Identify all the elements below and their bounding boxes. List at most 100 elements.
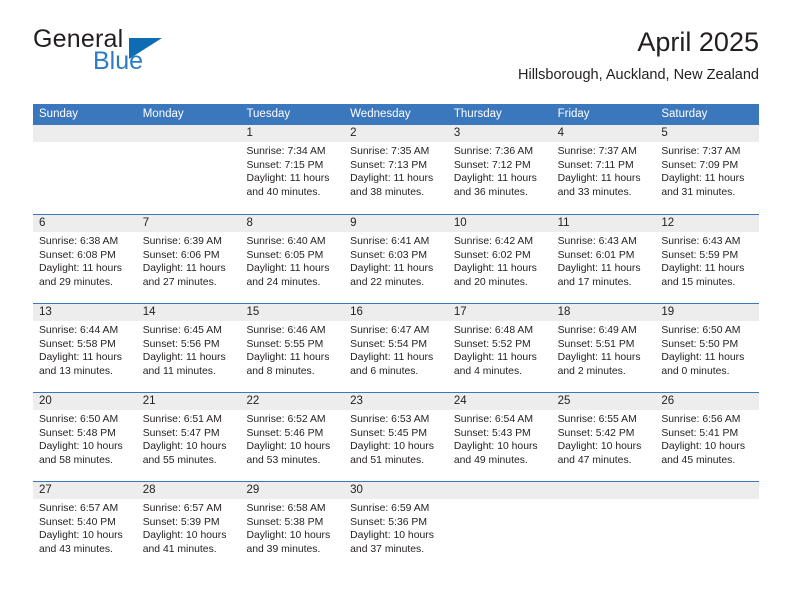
calendar-page: General Blue April 2025 Hillsborough, Au… bbox=[0, 0, 792, 612]
page-header: General Blue April 2025 Hillsborough, Au… bbox=[33, 26, 759, 98]
sunset-text: Sunset: 5:58 PM bbox=[39, 338, 116, 350]
weekday-header-sunday: Sunday bbox=[39, 108, 79, 120]
daylight-text: Daylight: 10 hours and 53 minutes. bbox=[246, 441, 331, 466]
calendar-day-cell[interactable]: 5 Sunrise: 7:37 AM Sunset: 7:09 PM Daylight… bbox=[655, 125, 760, 214]
sunrise-text: Sunrise: 6:50 AM bbox=[661, 325, 741, 336]
calendar-day-cell[interactable]: 4 Sunrise: 7:37 AM Sunset: 7:11 PM Daylight… bbox=[551, 125, 656, 214]
calendar-day-cell[interactable]: 6 Sunrise: 6:38 AM Sunset: 6:08 PM Daylight… bbox=[33, 215, 137, 303]
sunset-text: Sunset: 5:47 PM bbox=[142, 427, 220, 439]
calendar-day-cell-empty bbox=[551, 482, 656, 570]
daylight-text: Daylight: 11 hours and 13 minutes. bbox=[39, 352, 122, 377]
daylight-text: Daylight: 11 hours and 31 minutes. bbox=[661, 173, 745, 198]
general-blue-logo[interactable]: General Blue bbox=[33, 26, 243, 86]
day-number: 24 bbox=[447, 393, 552, 410]
calendar-day-cell[interactable]: 27 Sunrise: 6:57 AM Sunset: 5:40 PM Dayligh… bbox=[33, 482, 137, 570]
calendar-day-cell[interactable]: 12 Sunrise: 6:43 AM Sunset: 5:59 PM Dayligh… bbox=[655, 215, 760, 303]
day-details: Sunrise: 6:48 AM Sunset: 5:52 PM Daylight:… bbox=[448, 321, 552, 378]
calendar-day-cell[interactable]: 25 Sunrise: 6:55 AM Sunset: 5:42 PM Dayligh… bbox=[551, 393, 656, 481]
calendar-day-cell[interactable]: 26 Sunrise: 6:56 AM Sunset: 5:41 PM Dayligh… bbox=[655, 393, 760, 481]
sunset-text: Sunset: 6:05 PM bbox=[246, 249, 324, 261]
calendar-day-cell[interactable]: 3 Sunrise: 7:36 AM Sunset: 7:12 PM Daylight… bbox=[447, 125, 552, 214]
day-number: 8 bbox=[240, 215, 345, 232]
day-number: 9 bbox=[344, 215, 448, 232]
page-subtitle: Hillsborough, Auckland, New Zealand bbox=[518, 67, 759, 83]
calendar-day-cell[interactable]: 29 Sunrise: 6:58 AM Sunset: 5:38 PM Dayligh… bbox=[240, 482, 345, 570]
calendar-day-cell[interactable]: 9 Sunrise: 6:41 AM Sunset: 6:03 PM Daylight… bbox=[344, 215, 448, 303]
calendar-day-cell[interactable]: 8 Sunrise: 6:40 AM Sunset: 6:05 PM Daylight… bbox=[240, 215, 345, 303]
calendar-day-cell[interactable]: 21 Sunrise: 6:51 AM Sunset: 5:47 PM Dayligh… bbox=[136, 393, 241, 481]
daylight-text: Daylight: 10 hours and 49 minutes. bbox=[453, 441, 538, 466]
weekday-header-wednesday: Wednesday bbox=[350, 108, 411, 120]
calendar-day-cell[interactable]: 15 Sunrise: 6:46 AM Sunset: 5:55 PM Dayligh… bbox=[240, 304, 345, 392]
calendar-day-cell[interactable]: 20 Sunrise: 6:50 AM Sunset: 5:48 PM Dayligh… bbox=[33, 393, 137, 481]
day-number: 6 bbox=[33, 215, 137, 232]
calendar-day-cell[interactable]: 23 Sunrise: 6:53 AM Sunset: 5:45 PM Dayligh… bbox=[344, 393, 448, 481]
calendar-weeks: 1 Sunrise: 7:34 AM Sunset: 7:15 PM Daylight… bbox=[33, 125, 760, 570]
sunrise-text: Sunrise: 6:57 AM bbox=[142, 503, 222, 514]
logo-word-blue: Blue bbox=[93, 47, 144, 75]
daylight-text: Daylight: 11 hours and 38 minutes. bbox=[350, 173, 434, 198]
daylight-text: Daylight: 10 hours and 58 minutes. bbox=[39, 441, 123, 466]
sunrise-text: Sunrise: 6:54 AM bbox=[453, 414, 534, 425]
calendar-day-cell[interactable]: 28 Sunrise: 6:57 AM Sunset: 5:39 PM Dayligh… bbox=[136, 482, 241, 570]
sunset-text: Sunset: 5:55 PM bbox=[246, 338, 324, 350]
day-number: 26 bbox=[655, 393, 760, 410]
sunrise-text: Sunrise: 7:37 AM bbox=[661, 146, 741, 157]
day-details: Sunrise: 7:37 AM Sunset: 7:09 PM Daylight:… bbox=[655, 142, 759, 199]
sunrise-text: Sunrise: 6:46 AM bbox=[246, 325, 326, 336]
calendar-day-cell[interactable]: 2 Sunrise: 7:35 AM Sunset: 7:13 PM Daylight… bbox=[344, 125, 448, 214]
daylight-text: Daylight: 10 hours and 47 minutes. bbox=[557, 441, 642, 466]
calendar-day-cell[interactable]: 30 Sunrise: 6:59 AM Sunset: 5:36 PM Dayligh… bbox=[344, 482, 448, 570]
calendar-day-cell[interactable]: 22 Sunrise: 6:52 AM Sunset: 5:46 PM Dayligh… bbox=[240, 393, 345, 481]
calendar-day-cell[interactable]: 17 Sunrise: 6:48 AM Sunset: 5:52 PM Dayligh… bbox=[447, 304, 552, 392]
day-details: Sunrise: 6:51 AM Sunset: 5:47 PM Daylight:… bbox=[137, 410, 241, 467]
sunset-text: Sunset: 5:36 PM bbox=[350, 516, 427, 528]
day-number: 15 bbox=[240, 304, 345, 321]
sunset-text: Sunset: 5:56 PM bbox=[142, 338, 220, 350]
weekday-header-monday: Monday bbox=[142, 108, 184, 120]
sunset-text: Sunset: 5:42 PM bbox=[557, 427, 635, 439]
calendar-day-cell[interactable]: 13 Sunrise: 6:44 AM Sunset: 5:58 PM Dayligh… bbox=[33, 304, 137, 392]
sunrise-text: Sunrise: 6:40 AM bbox=[246, 236, 326, 247]
sunrise-text: Sunrise: 6:53 AM bbox=[350, 414, 430, 425]
sunset-text: Sunset: 7:12 PM bbox=[453, 159, 531, 171]
weekday-header-tuesday: Tuesday bbox=[246, 108, 291, 120]
sunrise-text: Sunrise: 6:57 AM bbox=[39, 503, 119, 514]
daylight-text: Daylight: 11 hours and 20 minutes. bbox=[453, 263, 537, 288]
calendar-day-cell[interactable]: 1 Sunrise: 7:34 AM Sunset: 7:15 PM Daylight… bbox=[240, 125, 345, 214]
daylight-text: Daylight: 11 hours and 29 minutes. bbox=[39, 263, 122, 288]
calendar-day-cell[interactable]: 16 Sunrise: 6:47 AM Sunset: 5:54 PM Dayligh… bbox=[344, 304, 448, 392]
day-number: 25 bbox=[551, 393, 656, 410]
day-details: Sunrise: 6:50 AM Sunset: 5:48 PM Daylight:… bbox=[33, 410, 137, 467]
sunset-text: Sunset: 5:40 PM bbox=[39, 516, 116, 528]
day-details: Sunrise: 6:56 AM Sunset: 5:41 PM Daylight:… bbox=[655, 410, 759, 467]
sunrise-text: Sunrise: 6:43 AM bbox=[661, 236, 741, 247]
daylight-text: Daylight: 11 hours and 17 minutes. bbox=[557, 263, 641, 288]
daylight-text: Daylight: 11 hours and 11 minutes. bbox=[142, 352, 226, 377]
day-details: Sunrise: 6:39 AM Sunset: 6:06 PM Daylight:… bbox=[137, 232, 241, 289]
calendar-day-cell[interactable]: 24 Sunrise: 6:54 AM Sunset: 5:43 PM Dayligh… bbox=[447, 393, 552, 481]
title-block: April 2025 Hillsborough, Auckland, New Z… bbox=[518, 26, 759, 84]
sunset-text: Sunset: 5:41 PM bbox=[661, 427, 739, 439]
day-number: 27 bbox=[33, 482, 137, 499]
daylight-text: Daylight: 11 hours and 15 minutes. bbox=[661, 263, 745, 288]
daylight-text: Daylight: 10 hours and 45 minutes. bbox=[661, 441, 746, 466]
sunset-text: Sunset: 5:54 PM bbox=[350, 338, 427, 350]
daylight-text: Daylight: 11 hours and 2 minutes. bbox=[557, 352, 641, 377]
day-details: Sunrise: 6:40 AM Sunset: 6:05 PM Daylight:… bbox=[240, 232, 344, 289]
day-details: Sunrise: 6:45 AM Sunset: 5:56 PM Daylight:… bbox=[137, 321, 241, 378]
weekday-header-saturday: Saturday bbox=[661, 108, 708, 120]
day-details: Sunrise: 6:58 AM Sunset: 5:38 PM Daylight:… bbox=[240, 499, 344, 556]
sunset-text: Sunset: 7:09 PM bbox=[661, 159, 739, 171]
calendar-day-cell[interactable]: 14 Sunrise: 6:45 AM Sunset: 5:56 PM Dayligh… bbox=[136, 304, 241, 392]
daylight-text: Daylight: 10 hours and 51 minutes. bbox=[350, 441, 434, 466]
calendar-day-cell[interactable]: 10 Sunrise: 6:42 AM Sunset: 6:02 PM Dayligh… bbox=[447, 215, 552, 303]
daylight-text: Daylight: 10 hours and 37 minutes. bbox=[350, 530, 434, 555]
calendar-week-row: 20 Sunrise: 6:50 AM Sunset: 5:48 PM Dayligh… bbox=[33, 392, 760, 481]
calendar-day-cell[interactable]: 18 Sunrise: 6:49 AM Sunset: 5:51 PM Dayligh… bbox=[551, 304, 656, 392]
calendar-day-cell[interactable]: 19 Sunrise: 6:50 AM Sunset: 5:50 PM Dayligh… bbox=[655, 304, 760, 392]
sunrise-text: Sunrise: 6:38 AM bbox=[39, 236, 119, 247]
calendar-day-cell[interactable]: 11 Sunrise: 6:43 AM Sunset: 6:01 PM Dayligh… bbox=[551, 215, 656, 303]
day-number: 16 bbox=[344, 304, 448, 321]
calendar-day-cell[interactable]: 7 Sunrise: 6:39 AM Sunset: 6:06 PM Daylight… bbox=[136, 215, 241, 303]
